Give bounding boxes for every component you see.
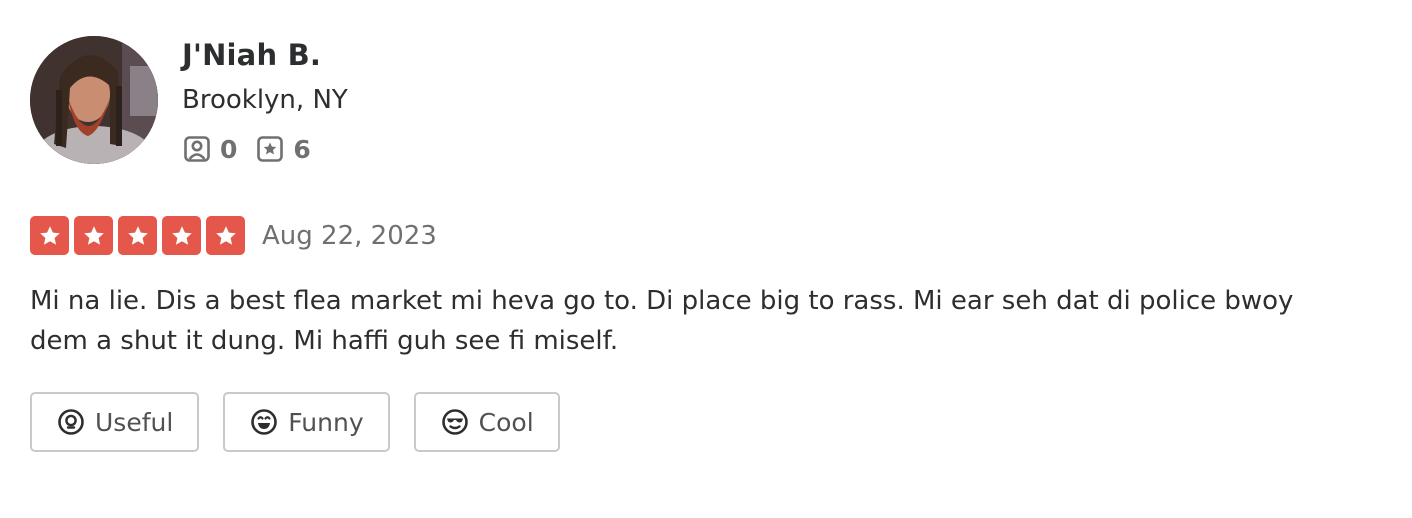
star-icon	[30, 216, 69, 255]
friends-stat: 0	[182, 134, 237, 164]
star-icon	[206, 216, 245, 255]
funny-button[interactable]: Funny	[223, 392, 390, 452]
lightbulb-icon	[57, 408, 85, 436]
funny-label: Funny	[288, 407, 364, 437]
reviews-stat: 6	[255, 134, 311, 164]
friends-icon	[182, 134, 212, 164]
cool-label: Cool	[478, 407, 534, 437]
star-rating	[30, 216, 245, 255]
star-icon	[74, 216, 113, 255]
sunglasses-face-icon	[441, 408, 469, 436]
review-star-icon	[255, 134, 285, 164]
avatar[interactable]	[30, 36, 158, 164]
reviews-count: 6	[293, 134, 311, 164]
useful-label: Useful	[95, 407, 174, 437]
review-rating: Aug 22, 2023	[30, 216, 437, 255]
user-location: Brooklyn, NY	[182, 85, 348, 115]
friends-count: 0	[220, 134, 238, 164]
review-text: Mi na lie. Dis a best flea market mi hev…	[30, 286, 1294, 356]
reaction-buttons: Useful Funny Cool	[30, 392, 584, 452]
user-name[interactable]: J'Niah B.	[182, 38, 321, 72]
star-icon	[162, 216, 201, 255]
cool-button[interactable]: Cool	[413, 392, 560, 452]
review-date: Aug 22, 2023	[262, 220, 437, 251]
star-icon	[118, 216, 157, 255]
user-stats: 0 6	[182, 133, 329, 165]
useful-button[interactable]: Useful	[30, 392, 200, 452]
laughing-face-icon	[250, 408, 278, 436]
